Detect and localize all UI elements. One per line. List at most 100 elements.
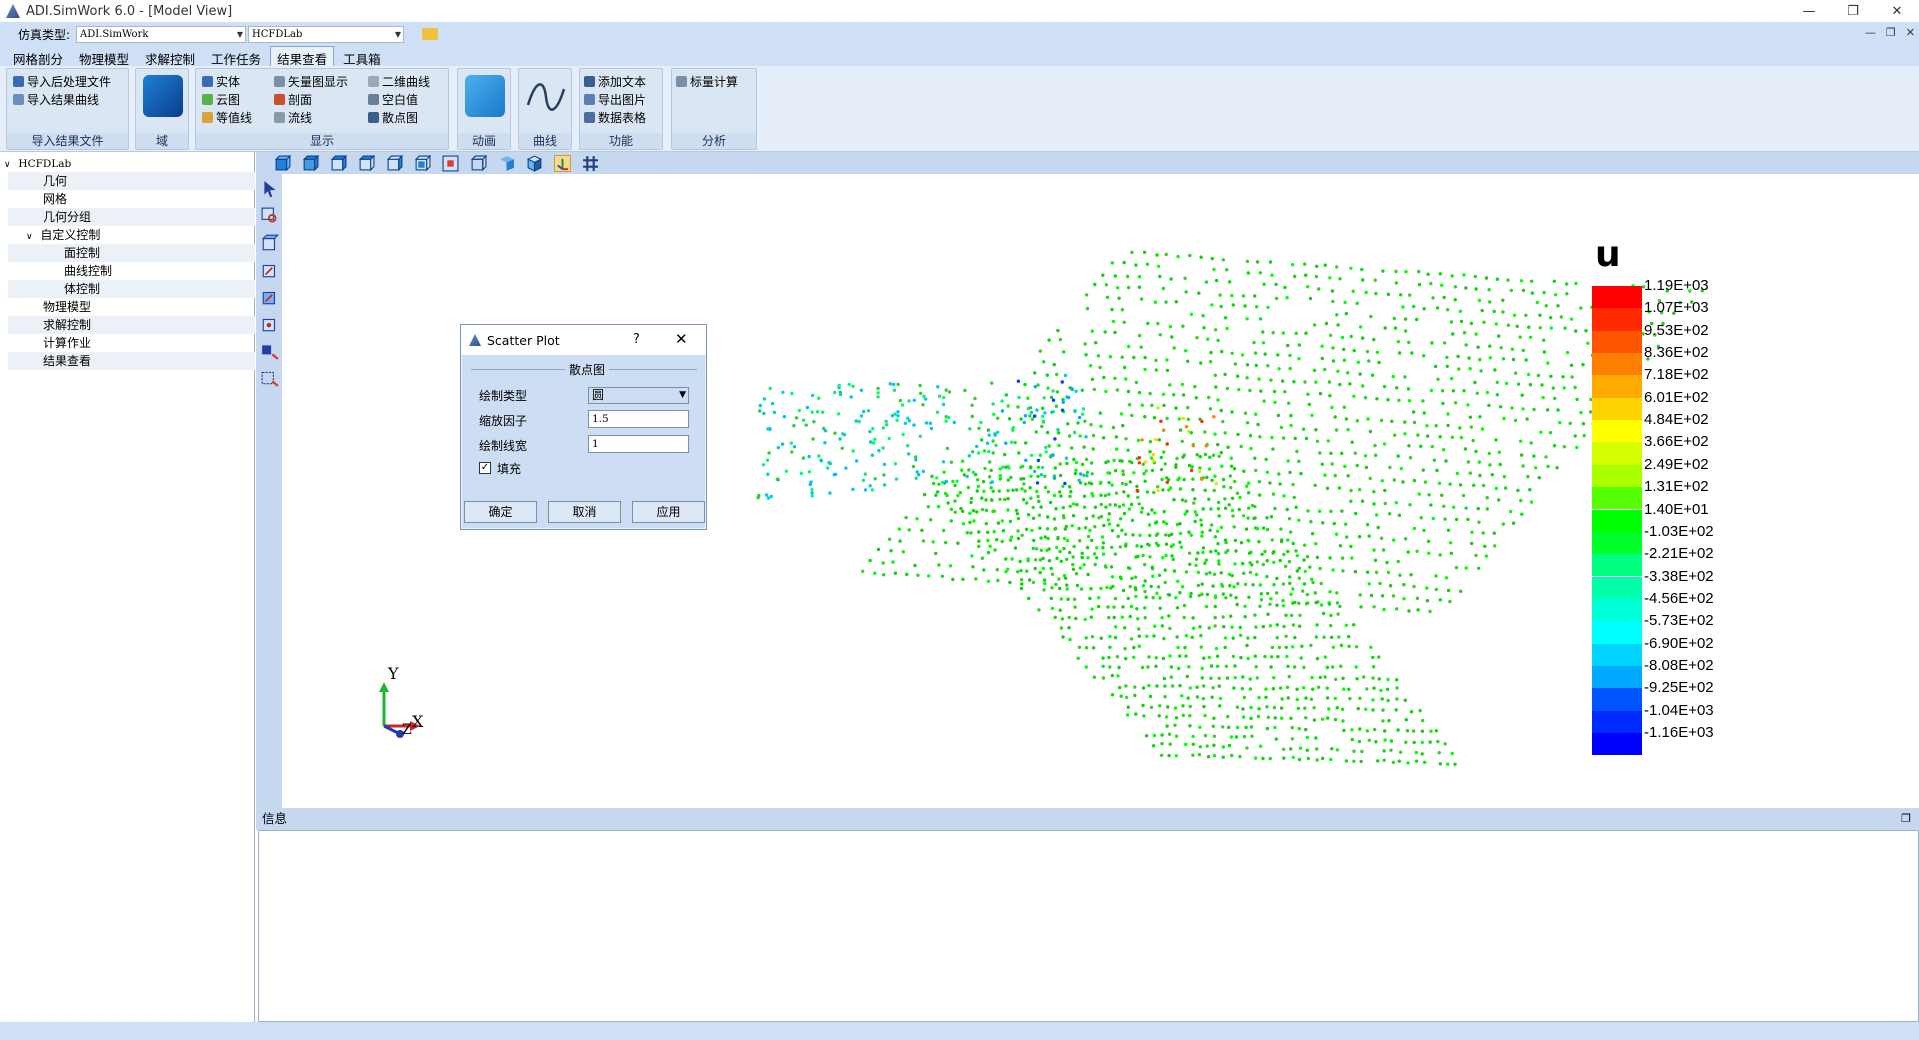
fill-checkbox[interactable]: ✓ [479, 462, 491, 474]
scalar-calc-button[interactable]: 标量计算 [676, 73, 738, 90]
dialog-close-button[interactable]: ✕ [675, 330, 688, 348]
import-curve-button[interactable]: 导入结果曲线 [13, 91, 99, 108]
open-folder-icon[interactable] [422, 28, 439, 40]
blank-label: 空白值 [382, 93, 419, 107]
streamline-icon [274, 112, 285, 123]
help-button[interactable]: ? [633, 332, 640, 347]
legend-title: u [1595, 234, 1621, 275]
legend-label: -1.03E+02 [1644, 522, 1714, 540]
fit-view-icon[interactable] [442, 155, 459, 172]
legend-swatch [1592, 464, 1642, 488]
chevron-down-icon[interactable]: ∨ [4, 160, 11, 170]
ok-button[interactable]: 确定 [464, 501, 537, 523]
section-button[interactable]: 剖面 [274, 91, 312, 108]
legend-swatch [1592, 665, 1642, 689]
dialog-title-bar[interactable]: Scatter Plot ? ✕ [461, 325, 706, 355]
minimize-button[interactable]: — [1787, 0, 1831, 22]
tree-item-face-control[interactable]: 面控制 [8, 244, 255, 262]
scatter-plot-dialog: Scatter Plot ? ✕ 散点图 绘制类型 圆 ▼ 缩放因子 1.5 绘… [460, 324, 707, 530]
contour-button[interactable]: 云图 [202, 91, 240, 108]
solver-value: HCFDLab [252, 28, 303, 40]
tab-mesh[interactable]: 网格剖分 [6, 46, 71, 67]
tab-physics[interactable]: 物理模型 [72, 46, 137, 67]
sine-curve-icon[interactable] [526, 77, 566, 117]
cancel-button[interactable]: 取消 [548, 501, 621, 523]
tree-item-geometry-group[interactable]: 几何分组 [8, 208, 255, 226]
tree-item-jobs[interactable]: 计算作业 [8, 334, 255, 352]
select-point-icon[interactable] [261, 315, 279, 333]
add-text-button[interactable]: 添加文本 [584, 73, 646, 90]
domain-cube-icon[interactable] [143, 75, 183, 117]
mdi-close-button[interactable]: ✕ [1906, 26, 1915, 39]
tree-item-custom-control[interactable]: ∨ 自定义控制 [8, 226, 255, 244]
add-text-label: 添加文本 [598, 75, 647, 89]
iso-view-icon[interactable] [526, 154, 543, 172]
isoline-button[interactable]: 等值线 [202, 109, 252, 126]
solver-select[interactable]: HCFDLab ▼ [248, 25, 405, 43]
grid-icon[interactable] [582, 155, 599, 172]
restore-button[interactable]: ❐ [1831, 0, 1875, 22]
groupbox-title: 散点图 [565, 361, 610, 378]
pointer-icon[interactable] [261, 180, 279, 198]
vector-button[interactable]: 矢量图显示 [274, 73, 348, 90]
shaded-icon[interactable] [498, 155, 515, 172]
scale-factor-label: 缩放因子 [479, 414, 528, 428]
streamline-button[interactable]: 流线 [274, 109, 312, 126]
deselect-icon[interactable] [261, 369, 279, 387]
mdi-buttons: — ❐ ✕ [1865, 26, 1915, 39]
legend-swatch [1592, 442, 1642, 465]
wireframe-icon[interactable] [470, 154, 487, 172]
view-left-icon[interactable] [330, 154, 347, 172]
export-image-button[interactable]: 导出图片 [584, 91, 646, 108]
view-front-icon[interactable] [274, 154, 291, 172]
select-edge-icon[interactable] [261, 261, 279, 279]
axes-toggle-icon[interactable] [554, 154, 571, 172]
plot-type-select[interactable]: 圆 ▼ [588, 387, 689, 404]
view-top-icon[interactable] [386, 154, 403, 172]
tree-item-mesh[interactable]: 网格 [8, 190, 255, 208]
scatter-button[interactable]: 散点图 [368, 109, 418, 126]
info-panel-title: 信息 ❐ [256, 808, 1919, 830]
restore-panel-icon[interactable]: ❐ [1901, 808, 1911, 830]
apply-button[interactable]: 应用 [632, 501, 705, 523]
legend-label: -9.25E+02 [1644, 679, 1714, 697]
title-bar: ADI.SimWork 6.0 - [Model View] — ❐ ✕ [0, 0, 1919, 22]
solid-button[interactable]: 实体 [202, 73, 240, 90]
tree-item-volume-control[interactable]: 体控制 [8, 280, 255, 298]
play-icon[interactable] [465, 75, 505, 117]
tree-root[interactable]: ∨ HCFDLab [4, 154, 251, 172]
tree-item-results[interactable]: 结果查看 [8, 352, 255, 370]
view-bottom-icon[interactable] [414, 154, 431, 172]
group-title: 曲线 [519, 133, 571, 149]
import-postprocess-button[interactable]: 导入后处理文件 [13, 73, 111, 90]
mdi-minimize-button[interactable]: — [1865, 26, 1876, 39]
tab-tasks[interactable]: 工作任务 [204, 46, 269, 67]
tree-item-solver[interactable]: 求解控制 [8, 316, 255, 334]
box-select-icon[interactable] [261, 342, 279, 360]
select-body-icon[interactable] [261, 288, 279, 306]
scale-factor-input[interactable]: 1.5 [588, 410, 689, 428]
line-width-input[interactable]: 1 [588, 435, 689, 453]
mdi-restore-button[interactable]: ❐ [1886, 26, 1896, 39]
legend-swatch [1592, 710, 1642, 733]
tree-item-physics[interactable]: 物理模型 [8, 298, 255, 316]
view-right-icon[interactable] [358, 154, 375, 172]
info-title-label: 信息 [262, 811, 288, 826]
select-face-icon[interactable] [261, 234, 279, 252]
line-width-label: 绘制线宽 [479, 439, 528, 453]
zoom-box-icon[interactable] [261, 207, 279, 225]
close-button[interactable]: ✕ [1875, 0, 1919, 22]
data-table-button[interactable]: 数据表格 [584, 109, 646, 126]
tab-solver[interactable]: 求解控制 [138, 46, 203, 67]
sim-type-select[interactable]: ADI.SimWork ▼ [76, 25, 247, 43]
chevron-down-icon[interactable]: ∨ [26, 232, 33, 242]
view-back-icon[interactable] [302, 154, 319, 172]
tab-results[interactable]: 结果查看 [270, 46, 335, 67]
tab-toolbox[interactable]: 工具箱 [336, 46, 388, 67]
tree-item-curve-control[interactable]: 曲线控制 [8, 262, 255, 280]
blank-button[interactable]: 空白值 [368, 91, 418, 108]
tree-item-geometry[interactable]: 几何 [8, 172, 255, 190]
info-panel[interactable] [258, 830, 1919, 1022]
legend-swatch [1592, 420, 1642, 443]
curve2d-button[interactable]: 二维曲线 [368, 73, 430, 90]
